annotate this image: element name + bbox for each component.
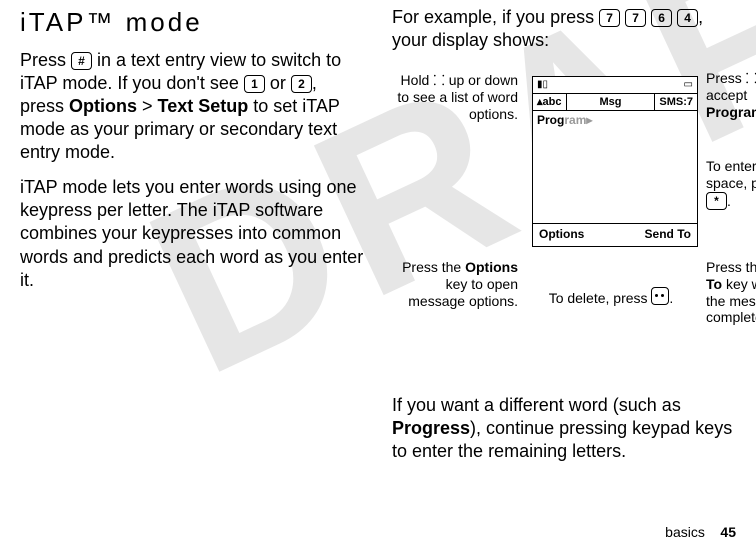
- callout-delete: To delete, press .: [536, 287, 686, 307]
- callout-space: To enter a space, press *.: [706, 158, 756, 210]
- text: To delete, press: [549, 290, 652, 306]
- keycap-2: 2: [291, 75, 312, 93]
- para-3: For example, if you press 7 7 6 4, your …: [392, 6, 736, 52]
- para-1: Press # in a text entry view to switch t…: [20, 49, 364, 164]
- screen-title: Msg: [567, 94, 655, 110]
- text: Press ⸬ right to accept: [706, 70, 756, 103]
- callout-sendto: Press the Send To key when the message i…: [706, 259, 756, 326]
- phone-statusbar: ▮▯ ▭: [533, 77, 697, 94]
- page-columns: iTAP™ mode Press # in a text entry view …: [0, 0, 756, 506]
- callout-options-key: Press the Options key to open message op…: [392, 259, 518, 309]
- options-label: Options: [69, 96, 137, 116]
- softkey-bar: Options Send To: [533, 223, 697, 245]
- text: Press the: [402, 259, 465, 275]
- mode-indicator: ▴abc: [533, 94, 567, 110]
- text: abc: [543, 96, 562, 108]
- callout-hold-updown: Hold ⸬ up or down to see a list of word …: [392, 72, 518, 122]
- text: Program: [706, 104, 756, 120]
- cursor-arrow-icon: ▸: [586, 113, 592, 127]
- phone-screen: ▮▯ ▭ ▴abc Msg SMS:7 Program▸ Options Sen…: [532, 76, 698, 246]
- text: If you want a different word (such as: [392, 395, 681, 415]
- keycap-hash: #: [71, 52, 92, 70]
- text: .: [727, 193, 731, 209]
- text: Press: [20, 50, 71, 70]
- keycap-7: 7: [625, 9, 646, 27]
- text: >: [137, 96, 158, 116]
- right-column: For example, if you press 7 7 6 4, your …: [392, 6, 736, 506]
- char-count: SMS:7: [654, 94, 697, 110]
- text: To enter a space, press: [706, 158, 756, 191]
- keycap-1: 1: [244, 75, 265, 93]
- text: or: [265, 73, 291, 93]
- para-2: iTAP mode lets you enter words using one…: [20, 176, 364, 291]
- battery-icon: ▭: [684, 79, 693, 92]
- text: For example, if you press: [392, 7, 599, 27]
- text: Options: [465, 259, 518, 275]
- softkey-left: Options: [539, 227, 584, 242]
- text: Press the: [706, 259, 756, 275]
- keycap-6: 6: [651, 9, 672, 27]
- text-setup-label: Text Setup: [158, 96, 249, 116]
- footer-section: basics: [665, 524, 705, 540]
- text: key to open message options.: [408, 276, 518, 309]
- message-area: Program▸: [533, 111, 697, 223]
- page-number: 45: [720, 524, 736, 540]
- para-4: If you want a different word (such as Pr…: [392, 394, 736, 463]
- keycap-clear: [651, 287, 669, 305]
- text: .: [669, 290, 673, 306]
- progress-label: Progress: [392, 418, 470, 438]
- left-column: iTAP™ mode Press # in a text entry view …: [20, 6, 364, 506]
- keycap-star: *: [706, 192, 727, 210]
- section-heading: iTAP™ mode: [20, 6, 364, 39]
- callout-accept: Press ⸬ right to accept Program.: [706, 70, 756, 120]
- suggestion-text: ram: [564, 113, 586, 127]
- typed-text: Prog: [537, 113, 564, 127]
- signal-icon: ▮▯: [537, 79, 548, 92]
- softkey-right: Send To: [645, 227, 691, 242]
- page-footer: basics 45: [665, 524, 736, 542]
- phone-illustration: ▮▯ ▭ ▴abc Msg SMS:7 Program▸ Options Sen…: [392, 64, 736, 354]
- phone-modebar: ▴abc Msg SMS:7: [533, 94, 697, 111]
- keycap-4: 4: [677, 9, 698, 27]
- keycap-7: 7: [599, 9, 620, 27]
